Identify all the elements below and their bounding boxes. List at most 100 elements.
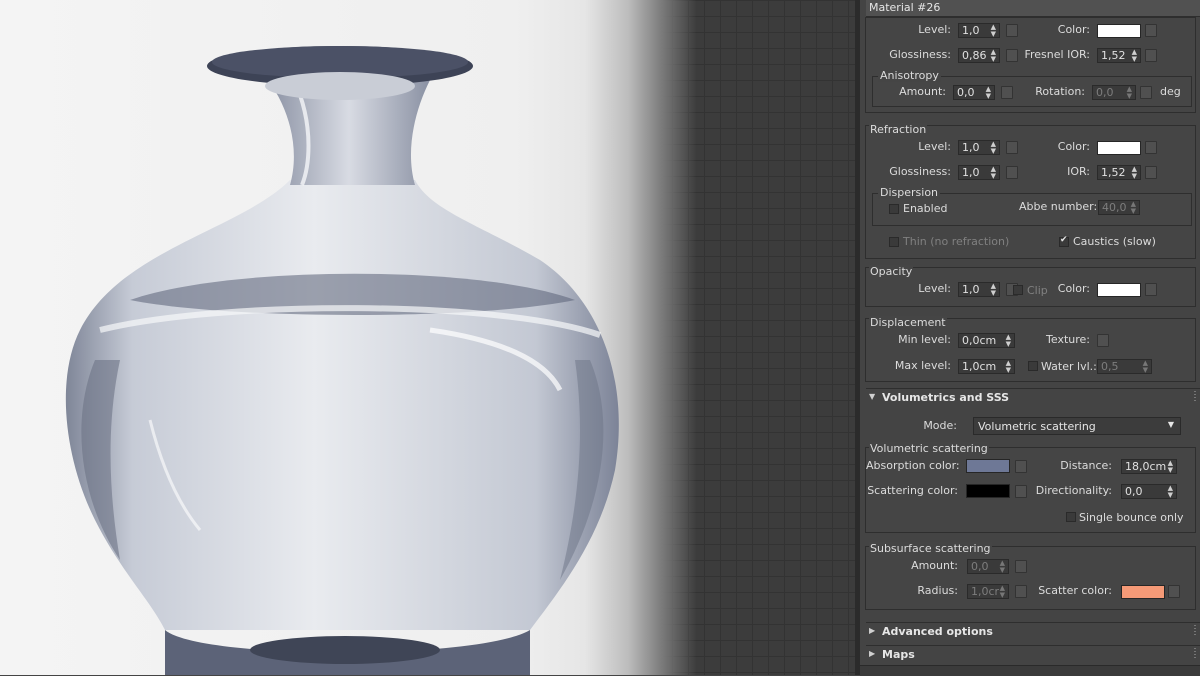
- scatter-color-label: Scatter color:: [1038, 584, 1112, 597]
- reflection-level-spinner[interactable]: 1,0 ▲ ▼: [958, 23, 1000, 38]
- spinner-arrows-icon: ▲ ▼: [1005, 333, 1011, 348]
- reflection-color-label: Color:: [1057, 23, 1090, 36]
- opacity-level-spinner[interactable]: 1,0 ▲ ▼: [958, 282, 1000, 297]
- rollout-drag-handle-icon[interactable]: [1194, 648, 1196, 658]
- max-level-spinner[interactable]: 1,0cm ▲ ▼: [958, 359, 1015, 374]
- maps-rollout-header[interactable]: ▶ Maps: [866, 645, 1200, 664]
- sss-amount-label: Amount:: [911, 559, 958, 572]
- sss-radius-map-button[interactable]: [1015, 585, 1027, 598]
- distance-spinner[interactable]: 18,0cm ▲ ▼: [1121, 459, 1177, 474]
- anisotropy-rotation-map-button[interactable]: [1140, 86, 1152, 99]
- water-level-spinner[interactable]: 0,5 ▲ ▼: [1097, 359, 1152, 374]
- refraction-level-label: Level:: [918, 140, 951, 153]
- mode-dropdown[interactable]: Volumetric scattering ▼: [973, 417, 1181, 435]
- directionality-spinner[interactable]: 0,0 ▲ ▼: [1121, 484, 1177, 499]
- rotation-unit-label: deg: [1160, 85, 1181, 98]
- rollout-collapsed-icon: ▶: [869, 626, 876, 635]
- displacement-texture-map-button[interactable]: [1097, 334, 1109, 347]
- sss-radius-label: Radius:: [917, 584, 958, 597]
- spinner-arrows-icon: ▲ ▼: [990, 140, 996, 155]
- absorption-color-label: Absorption color:: [866, 459, 960, 472]
- refraction-glossiness-spinner[interactable]: 1,0 ▲ ▼: [958, 165, 1000, 180]
- absorption-color-map-button[interactable]: [1015, 460, 1027, 473]
- refraction-level-map-button[interactable]: [1006, 141, 1018, 154]
- material-name: Material #26: [869, 1, 941, 14]
- abbe-number-spinner[interactable]: 40,0 ▲ ▼: [1098, 200, 1140, 215]
- reflection-level-label: Level:: [918, 23, 951, 36]
- opacity-color-map-button[interactable]: [1145, 283, 1157, 296]
- material-editor-panel: Material #26 Level: 1,0 ▲ ▼ Color: Glossin…: [860, 0, 1200, 675]
- anisotropy-rotation-label: Rotation:: [1035, 85, 1085, 98]
- advanced-options-rollout-header[interactable]: ▶ Advanced options: [866, 622, 1200, 641]
- rollout-drag-handle-icon[interactable]: [1194, 625, 1196, 635]
- single-bounce-checkbox[interactable]: [1066, 512, 1076, 522]
- sss-radius-spinner[interactable]: 1,0cr ▲ ▼: [967, 584, 1009, 599]
- refraction-glossiness-label: Glossiness:: [889, 165, 951, 178]
- volumetric-scattering-group: Volumetric scattering Absorption color: …: [865, 442, 1196, 533]
- spinner-arrows-icon: ▲ ▼: [990, 282, 996, 297]
- spinner-arrows-icon: ▲ ▼: [990, 48, 996, 63]
- refraction-level-spinner[interactable]: 1,0 ▲ ▼: [958, 140, 1000, 155]
- water-level-checkbox[interactable]: [1028, 361, 1038, 371]
- spinner-arrows-icon: ▲ ▼: [1130, 200, 1136, 215]
- reflection-color-map-button[interactable]: [1145, 24, 1157, 37]
- sss-amount-spinner[interactable]: 0,0 ▲ ▼: [967, 559, 1009, 574]
- scattering-color-swatch[interactable]: [966, 484, 1010, 498]
- anisotropy-amount-label: Amount:: [899, 85, 946, 98]
- viewport[interactable]: [0, 0, 860, 675]
- refraction-ior-spinner[interactable]: 1,52 ▲ ▼: [1097, 165, 1141, 180]
- dispersion-enabled-checkbox[interactable]: [889, 204, 899, 214]
- anisotropy-amount-spinner[interactable]: 0,0 ▲ ▼: [953, 85, 995, 100]
- rollout-collapsed-icon: ▶: [869, 649, 876, 658]
- thin-refraction-label: Thin (no refraction): [903, 235, 1010, 248]
- spinner-arrows-icon: ▲ ▼: [1167, 459, 1173, 474]
- refraction-color-swatch[interactable]: [1097, 141, 1141, 155]
- absorption-color-swatch[interactable]: [966, 459, 1010, 473]
- fresnel-ior-map-button[interactable]: [1145, 49, 1157, 62]
- scatter-color-swatch[interactable]: [1121, 585, 1165, 599]
- anisotropy-amount-map-button[interactable]: [1001, 86, 1013, 99]
- directionality-label: Directionality:: [1035, 484, 1112, 497]
- spinner-arrows-icon: ▲ ▼: [990, 165, 996, 180]
- reflection-level-map-button[interactable]: [1006, 24, 1018, 37]
- spinner-arrows-icon: ▲ ▼: [1131, 48, 1137, 63]
- rollout-expanded-icon: ▼: [869, 392, 876, 401]
- rollout-drag-handle-icon[interactable]: [1194, 391, 1196, 401]
- dispersion-title: Dispersion: [878, 186, 941, 199]
- scatter-color-map-button[interactable]: [1168, 585, 1180, 598]
- spinner-arrows-icon: ▲ ▼: [999, 584, 1005, 599]
- scattering-color-label: Scattering color:: [867, 484, 958, 497]
- reflection-glossiness-spinner[interactable]: 0,86 ▲ ▼: [958, 48, 1000, 63]
- refraction-glossiness-map-button[interactable]: [1006, 166, 1018, 179]
- reflection-glossiness-label: Glossiness:: [889, 48, 951, 61]
- refraction-color-map-button[interactable]: [1145, 141, 1157, 154]
- refraction-ior-map-button[interactable]: [1145, 166, 1157, 179]
- caustics-checkbox[interactable]: [1059, 235, 1069, 247]
- water-level-label: Water lvl.:: [1041, 360, 1097, 373]
- opacity-color-swatch[interactable]: [1097, 283, 1141, 297]
- fresnel-ior-spinner[interactable]: 1,52 ▲ ▼: [1097, 48, 1141, 63]
- anisotropy-rotation-spinner[interactable]: 0,0 ▲ ▼: [1092, 85, 1136, 100]
- material-title-bar: Material #26: [866, 0, 1200, 17]
- maps-rollout-title: Maps: [882, 648, 915, 661]
- thin-refraction-checkbox[interactable]: [889, 237, 899, 247]
- max-level-label: Max level:: [894, 359, 951, 372]
- spinner-arrows-icon: ▲ ▼: [990, 23, 996, 38]
- reflection-color-swatch[interactable]: [1097, 24, 1141, 38]
- opacity-color-label: Color:: [1057, 282, 1090, 295]
- volumetrics-rollout-header[interactable]: ▼ Volumetrics and SSS: [866, 388, 1200, 407]
- volumetric-scattering-title: Volumetric scattering: [869, 442, 989, 455]
- anisotropy-subgroup: Anisotropy Amount: 0,0 ▲ ▼ Rotation: 0,0 ▲ ▼…: [872, 69, 1192, 107]
- status-toolbar: [860, 665, 1200, 676]
- spinner-arrows-icon: ▲ ▼: [1142, 359, 1148, 374]
- displacement-group: Displacement Min level: 0,0cm ▲ ▼ Texture:…: [865, 316, 1196, 382]
- dropdown-arrow-icon: ▼: [1167, 420, 1174, 429]
- abbe-number-label: Abbe number:: [1019, 200, 1098, 213]
- opacity-clip-checkbox[interactable]: [1013, 285, 1023, 295]
- dispersion-subgroup: Dispersion Enabled Abbe number: 40,0 ▲ ▼: [872, 186, 1192, 226]
- displacement-texture-label: Texture:: [1046, 333, 1090, 346]
- min-level-spinner[interactable]: 0,0cm ▲ ▼: [958, 333, 1015, 348]
- sss-amount-map-button[interactable]: [1015, 560, 1027, 573]
- opacity-title: Opacity: [869, 265, 914, 278]
- single-bounce-label: Single bounce only: [1079, 511, 1184, 524]
